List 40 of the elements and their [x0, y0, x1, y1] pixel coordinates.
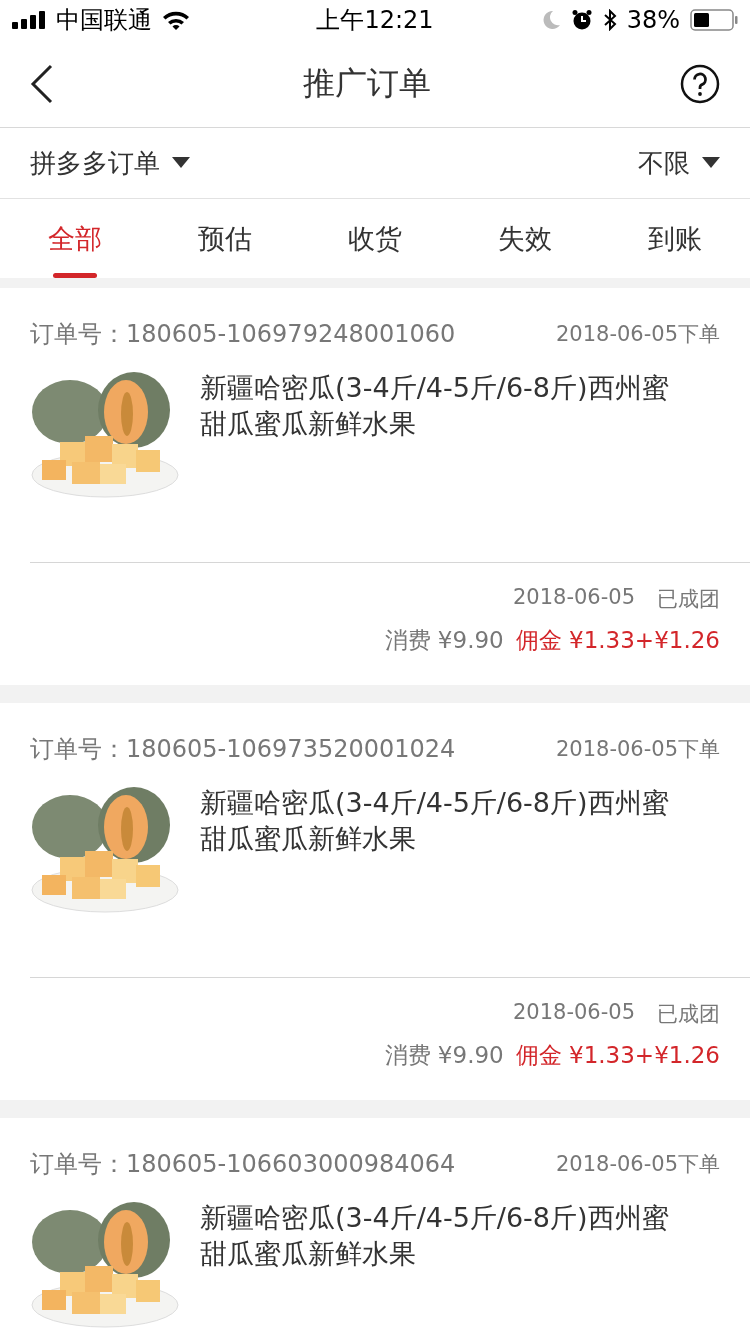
order-tab[interactable]: 失效 — [450, 199, 600, 278]
order-number: 180605-106973520001024 — [126, 735, 456, 763]
order-tab[interactable]: 收货 — [300, 199, 450, 278]
filter-dropdown[interactable]: 不限 — [638, 145, 720, 181]
wifi-icon — [162, 10, 190, 30]
status-time: 上午12:21 — [316, 5, 434, 36]
order-tab[interactable]: 到账 — [600, 199, 750, 278]
carrier-name: 中国联通 — [56, 5, 152, 36]
bluetooth-icon — [602, 9, 617, 31]
product-title: 新疆哈密瓜(3-4斤/4-5斤/6-8斤)西州蜜甜瓜蜜瓜新鲜水果 — [200, 1201, 670, 1271]
signal-icon — [12, 11, 46, 29]
group-status: 已成团 — [657, 1001, 720, 1028]
caret-icon — [702, 157, 720, 169]
order-date: 2018-06-05下单 — [555, 736, 720, 763]
product-title: 新疆哈密瓜(3-4斤/4-5斤/6-8斤)西州蜜甜瓜蜜瓜新鲜水果 — [200, 371, 670, 441]
group-status: 已成团 — [657, 586, 720, 613]
filter-dropdown[interactable]: 拼多多订单 — [30, 145, 190, 181]
settle-date: 2018-06-05 — [512, 1000, 635, 1026]
order-tab[interactable]: 全部 — [0, 199, 150, 278]
page-title: 推广订单 — [303, 62, 431, 104]
order-number: 180605-106979248001060 — [126, 320, 456, 348]
order-date: 2018-06-05下单 — [555, 1151, 720, 1178]
spend-amount: 消费 ¥9.90 — [384, 1041, 504, 1070]
battery-icon — [690, 9, 738, 31]
alarm-clock-icon — [570, 9, 593, 31]
order-number-label: 订单号： — [30, 320, 126, 348]
order-number: 180605-106603000984064 — [126, 1150, 456, 1178]
help-button[interactable] — [680, 63, 720, 104]
back-button[interactable] — [30, 63, 54, 104]
battery-percent: 38% — [626, 6, 680, 34]
caret-icon — [172, 157, 190, 169]
settle-date: 2018-06-05 — [512, 585, 635, 611]
commission-amount: 佣金 ¥1.33+¥1.26 — [515, 1041, 720, 1070]
product-title: 新疆哈密瓜(3-4斤/4-5斤/6-8斤)西州蜜甜瓜蜜瓜新鲜水果 — [200, 786, 670, 856]
spend-amount: 消费 ¥9.90 — [384, 626, 504, 655]
order-tab[interactable]: 预估 — [150, 199, 300, 278]
order-number-label: 订单号： — [30, 1150, 126, 1178]
commission-amount: 佣金 ¥1.33+¥1.26 — [515, 626, 720, 655]
order-number-label: 订单号： — [30, 735, 126, 763]
order-date: 2018-06-05下单 — [555, 321, 720, 348]
